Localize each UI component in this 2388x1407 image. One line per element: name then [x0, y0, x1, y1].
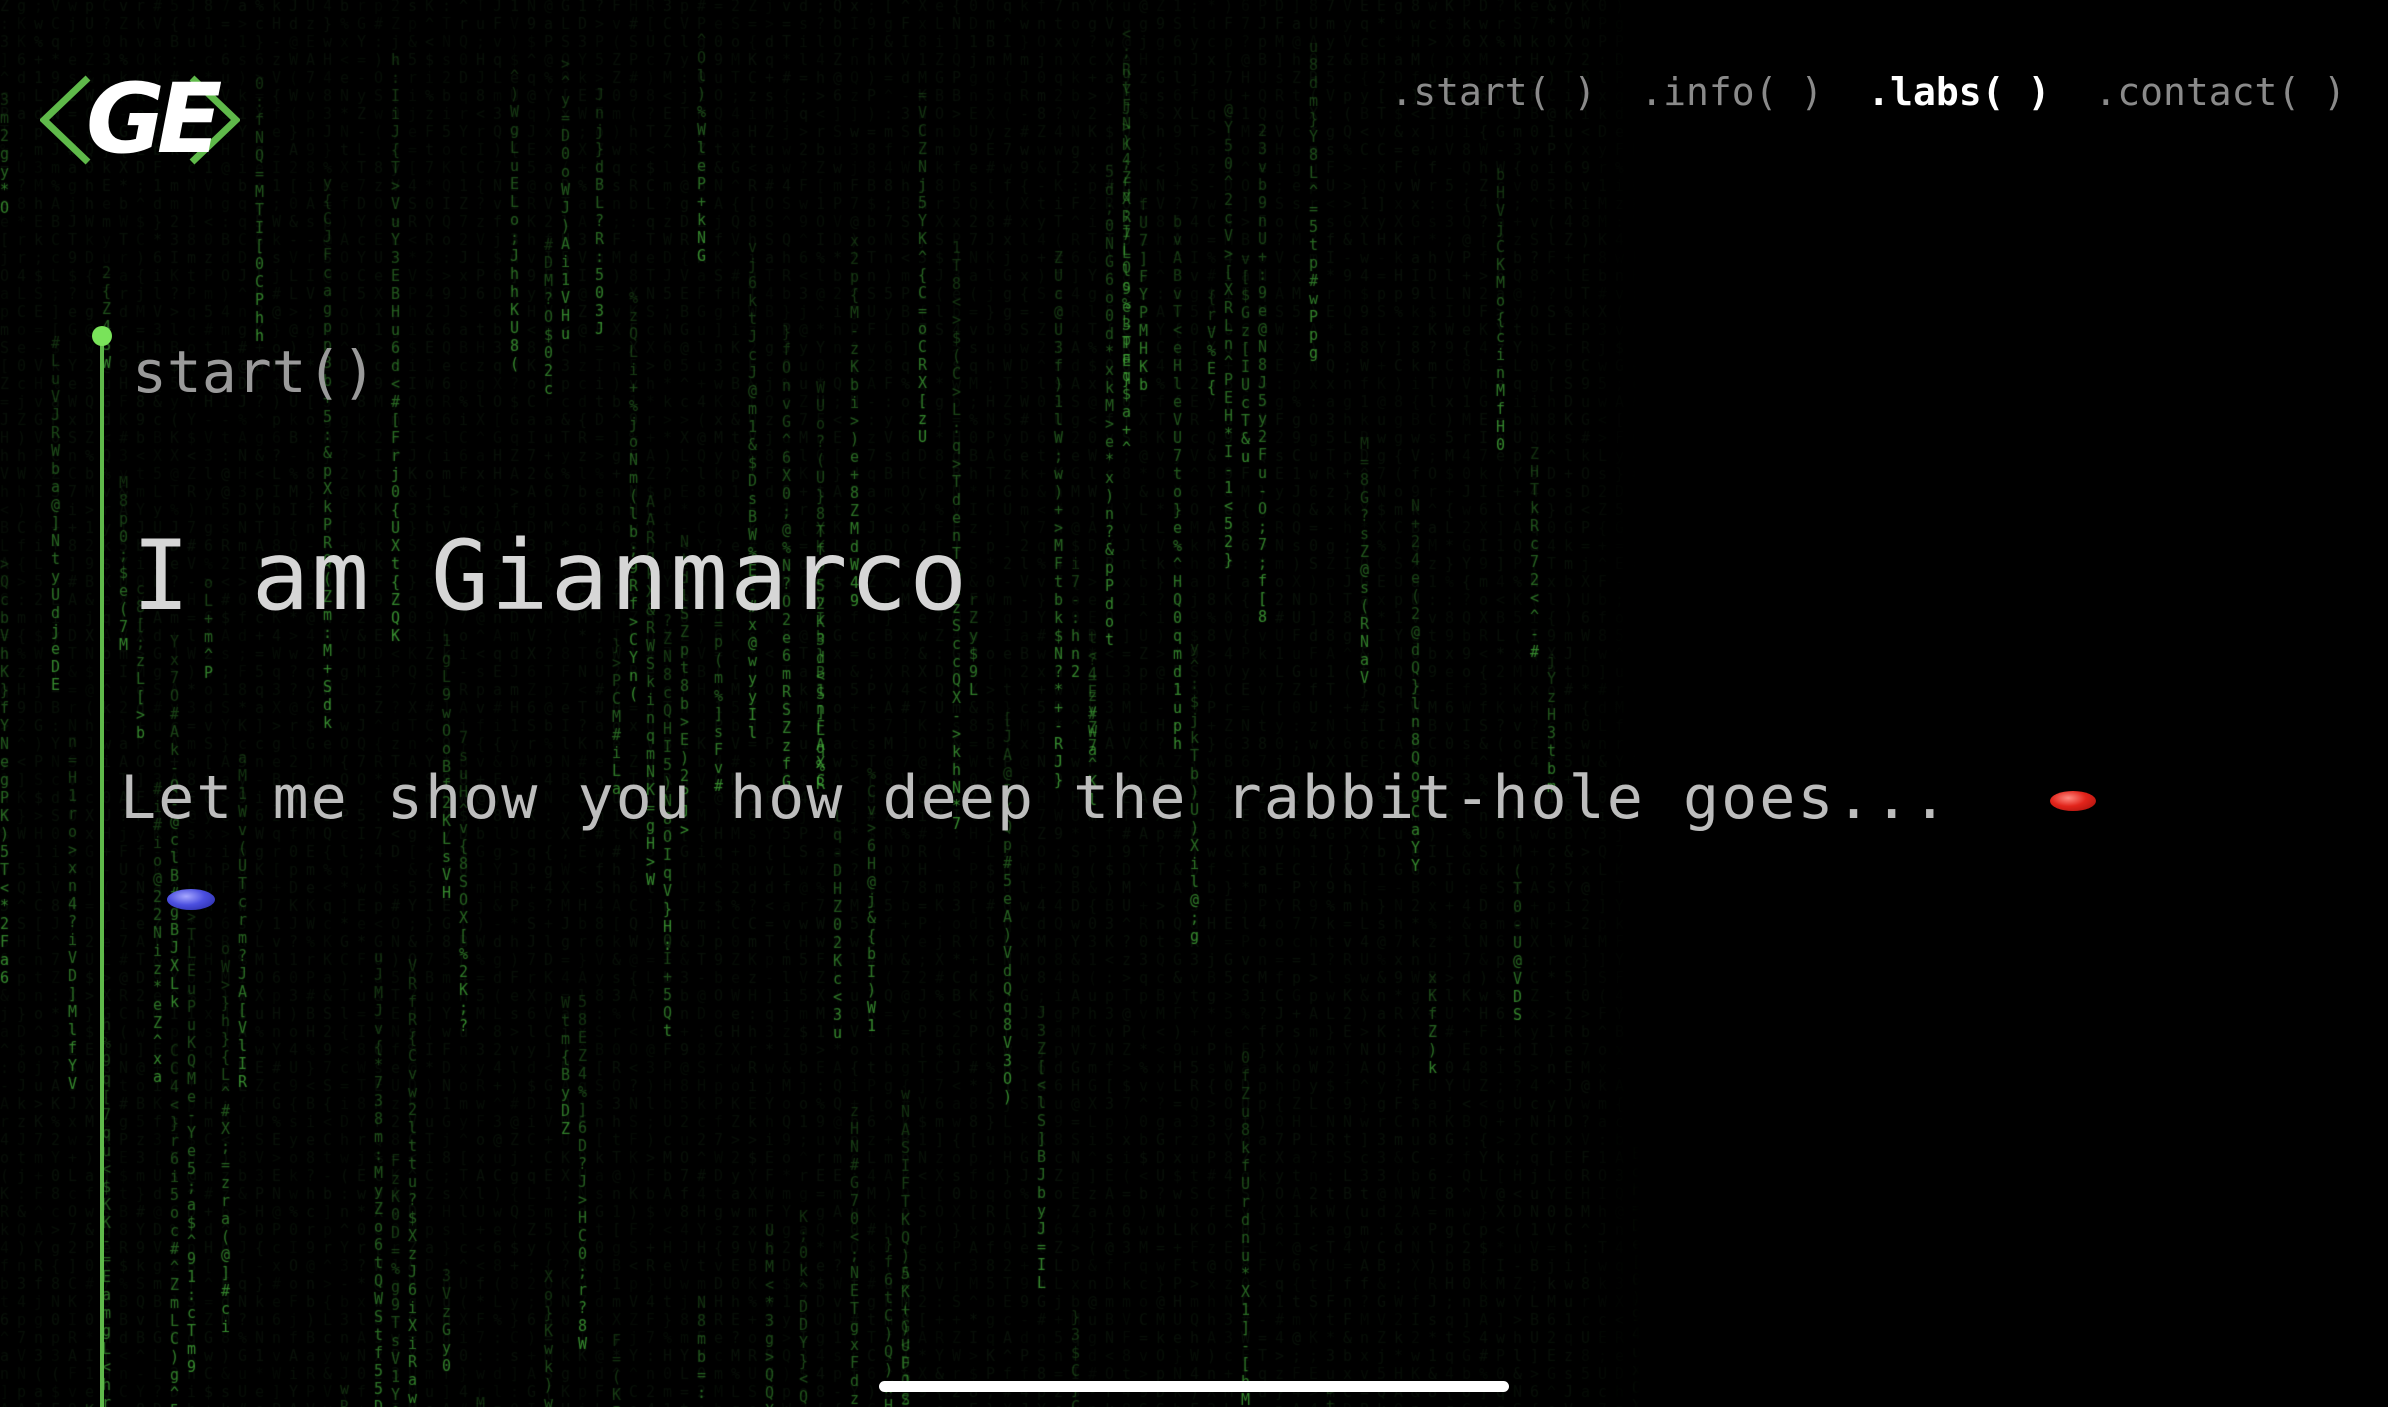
site-logo[interactable]: GE: [40, 58, 240, 183]
top-navigation: .start( ) .info( ) .labs( ) .contact( ): [1390, 70, 2346, 114]
hero-title: I am Gianmarco: [132, 520, 970, 632]
home-indicator[interactable]: [879, 1381, 1509, 1392]
timeline-dot: [92, 326, 112, 346]
nav-item-start[interactable]: .start( ): [1390, 70, 1596, 114]
matrix-code-rain-background: [0, 0, 1640, 1407]
section-label: start(): [132, 338, 377, 406]
nav-item-info[interactable]: .info( ): [1640, 70, 1823, 114]
nav-item-contact[interactable]: .contact( ): [2094, 70, 2346, 114]
red-pill-button[interactable]: [2050, 791, 2096, 811]
nav-item-labs[interactable]: .labs( ): [1867, 70, 2050, 114]
blue-pill-button[interactable]: [167, 889, 215, 910]
logo-text: GE: [86, 63, 222, 175]
hero-subtitle: Let me show you how deep the rabbit-hole…: [120, 763, 1950, 833]
timeline-line: [100, 337, 104, 1407]
